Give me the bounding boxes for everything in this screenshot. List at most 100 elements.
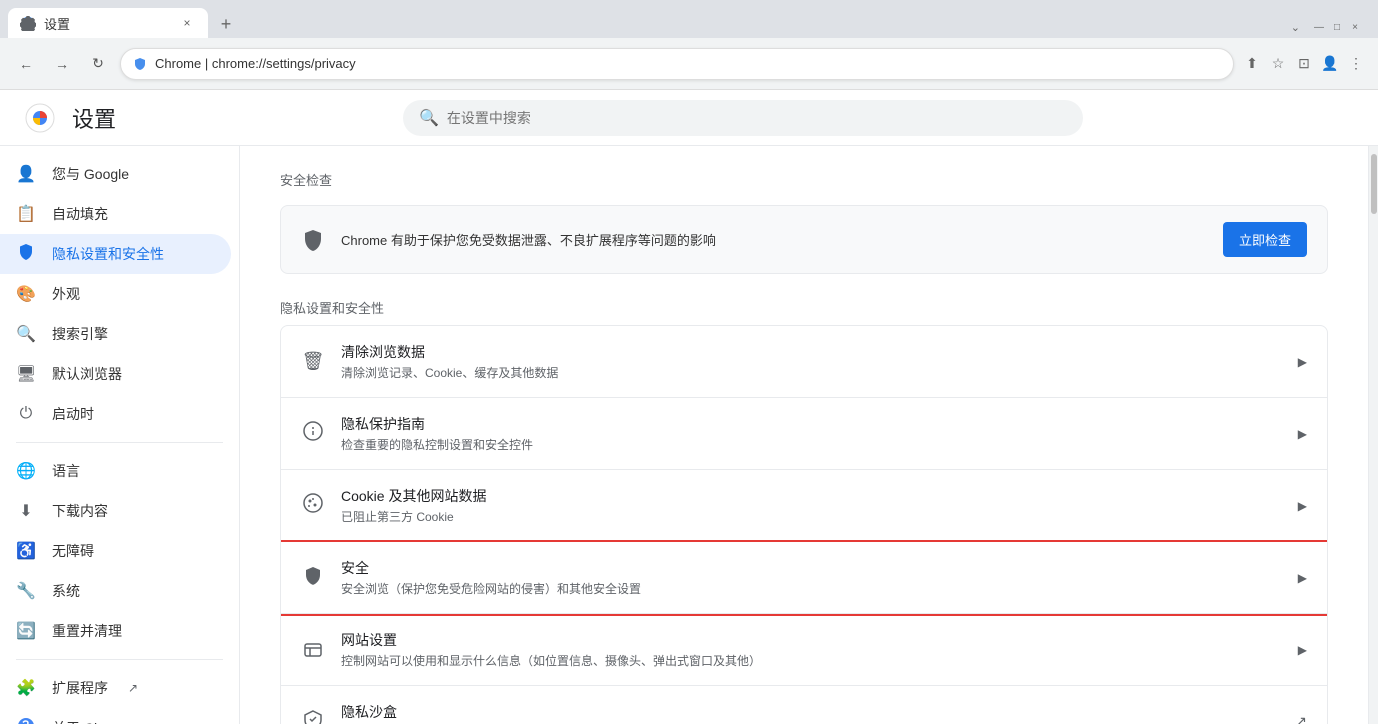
sidebar-item-autofill[interactable]: 📋 自动填充 — [0, 194, 231, 234]
active-tab[interactable]: 设置 × — [8, 8, 208, 38]
main-content: 安全检查 Chrome 有助于保护您免受数据泄露、不良扩展程序等问题的影响 立即… — [240, 146, 1368, 724]
sidebar-about-icon — [16, 717, 36, 724]
share-icon[interactable]: ⬆ — [1242, 54, 1262, 74]
search-box[interactable]: 🔍 — [403, 100, 1083, 136]
sidebar-startup-icon: ⏻ — [16, 405, 36, 423]
security-icon — [301, 565, 325, 590]
menu-icon[interactable]: ⋮ — [1346, 54, 1366, 74]
reload-button[interactable]: ↻ — [84, 50, 112, 78]
bookmark-icon[interactable]: ☆ — [1268, 54, 1288, 74]
settings-header: 设置 🔍 — [0, 90, 1378, 146]
sidebar-accessibility-icon: ♿ — [16, 541, 36, 561]
main-scrollbar[interactable] — [1368, 146, 1378, 724]
sidebar-item-appearance[interactable]: 🎨 外观 — [0, 274, 231, 314]
security-subtitle: 安全浏览（保护您免受危险网站的侵害）和其他安全设置 — [341, 580, 1282, 597]
sidebar-divider-1 — [16, 442, 223, 443]
safety-check-card: Chrome 有助于保护您免受数据泄露、不良扩展程序等问题的影响 立即检查 — [280, 205, 1328, 274]
site-settings-icon — [301, 640, 325, 660]
clear-browsing-data-item[interactable]: 🗑 清除浏览数据 清除浏览记录、Cookie、缓存及其他数据 ▶ — [281, 326, 1327, 398]
address-bar: ← → ↻ Chrome | chrome://settings/privacy… — [0, 38, 1378, 90]
address-url: Chrome | chrome://settings/privacy — [155, 56, 356, 71]
privacy-guide-arrow-icon: ▶ — [1298, 427, 1307, 441]
clear-browsing-arrow-icon: ▶ — [1298, 355, 1307, 369]
cookies-arrow-icon: ▶ — [1298, 499, 1307, 513]
back-button[interactable]: ← — [12, 50, 40, 78]
sidebar-divider-2 — [16, 659, 223, 660]
forward-button[interactable]: → — [48, 50, 76, 78]
sidebar-browser-icon: 🖥 — [16, 364, 36, 384]
sidebar-system-icon: 🔧 — [16, 581, 36, 601]
safety-check-section-title: 安全检查 — [280, 170, 1328, 189]
privacy-guide-title: 隐私保护指南 — [341, 414, 1282, 434]
cookies-item[interactable]: Cookie 及其他网站数据 已阻止第三方 Cookie ▶ — [281, 470, 1327, 542]
sidebar-item-reset[interactable]: 🔄 重置并清理 — [0, 611, 231, 651]
sidebar-language-icon: 🌐 — [16, 461, 36, 481]
privacy-settings-list: 🗑 清除浏览数据 清除浏览记录、Cookie、缓存及其他数据 ▶ — [280, 325, 1328, 724]
title-bar: 设置 × + ⌄ — □ × — [0, 0, 1378, 38]
sidebar-autofill-icon: 📋 — [16, 204, 36, 224]
sidebar-item-system[interactable]: 🔧 系统 — [0, 571, 231, 611]
new-tab-button[interactable]: + — [212, 10, 240, 38]
sidebar-privacy-icon — [16, 243, 36, 266]
sidebar-search-icon: 🔍 — [16, 324, 36, 344]
settings-page-title: 设置 — [72, 102, 116, 134]
sidebar-reset-icon: 🔄 — [16, 621, 36, 641]
settings-wrapper: 👤 您与 Google 📋 自动填充 隐私设置和安全性 🎨 外观 — [0, 146, 1378, 724]
privacy-sandbox-text: 隐私沙盒 试用版功能已开启 — [341, 702, 1279, 724]
restore-button[interactable]: □ — [1330, 20, 1344, 34]
tabs-chevron-icon[interactable]: ⌄ — [1291, 21, 1300, 34]
browser-frame: 设置 × + ⌄ — □ × ← → ↻ Chrome | chrome://s… — [0, 0, 1378, 724]
check-now-button[interactable]: 立即检查 — [1223, 222, 1307, 257]
privacy-guide-icon — [301, 421, 325, 446]
sidebar-item-privacy[interactable]: 隐私设置和安全性 — [0, 234, 231, 274]
sidebar-extensions-icon: 🧩 — [16, 678, 36, 698]
site-settings-item[interactable]: 网站设置 控制网站可以使用和显示什么信息（如位置信息、摄像头、弹出式窗口及其他）… — [281, 614, 1327, 686]
minimize-button[interactable]: — — [1312, 20, 1326, 34]
safety-check-description: Chrome 有助于保护您免受数据泄露、不良扩展程序等问题的影响 — [341, 230, 1207, 249]
security-arrow-icon: ▶ — [1298, 571, 1307, 585]
cookies-text: Cookie 及其他网站数据 已阻止第三方 Cookie — [341, 486, 1282, 525]
privacy-guide-item[interactable]: 隐私保护指南 检查重要的隐私控制设置和安全控件 ▶ — [281, 398, 1327, 470]
secure-icon — [133, 57, 147, 71]
settings-search-input[interactable] — [447, 110, 1067, 126]
sidebar-item-startup[interactable]: ⏻ 启动时 — [0, 394, 231, 434]
tab-title: 设置 — [44, 14, 170, 33]
privacy-guide-subtitle: 检查重要的隐私控制设置和安全控件 — [341, 436, 1282, 453]
split-view-icon[interactable]: ⊡ — [1294, 54, 1314, 74]
sidebar-item-accessibility[interactable]: ♿ 无障碍 — [0, 531, 231, 571]
security-text: 安全 安全浏览（保护您免受危险网站的侵害）和其他安全设置 — [341, 558, 1282, 597]
privacy-sandbox-title: 隐私沙盒 — [341, 702, 1279, 722]
site-settings-subtitle: 控制网站可以使用和显示什么信息（如位置信息、摄像头、弹出式窗口及其他） — [341, 652, 1282, 669]
sidebar-item-about[interactable]: 关于 Chrome — [0, 708, 231, 724]
address-input-wrap[interactable]: Chrome | chrome://settings/privacy — [120, 48, 1234, 80]
scrollbar-thumb[interactable] — [1371, 154, 1377, 214]
sidebar-item-default-browser[interactable]: 🖥 默认浏览器 — [0, 354, 231, 394]
settings-tab-icon — [20, 15, 36, 31]
privacy-section-title: 隐私设置和安全性 — [280, 298, 1328, 317]
google-logo — [24, 102, 56, 134]
profile-icon[interactable]: 👤 — [1320, 54, 1340, 74]
sidebar-item-extensions[interactable]: 🧩 扩展程序 ↗ — [0, 668, 231, 708]
sidebar-appearance-icon: 🎨 — [16, 284, 36, 304]
clear-browsing-subtitle: 清除浏览记录、Cookie、缓存及其他数据 — [341, 364, 1282, 381]
sidebar-item-downloads[interactable]: ⬇ 下载内容 — [0, 491, 231, 531]
tab-close-button[interactable]: × — [178, 14, 196, 32]
site-settings-arrow-icon: ▶ — [1298, 643, 1307, 657]
clear-browsing-title: 清除浏览数据 — [341, 342, 1282, 362]
site-settings-title: 网站设置 — [341, 630, 1282, 650]
sidebar-item-search[interactable]: 🔍 搜索引擎 — [0, 314, 231, 354]
extensions-external-icon: ↗ — [128, 681, 138, 695]
settings-search-wrap: 🔍 — [403, 100, 1083, 136]
sidebar-google-icon: 👤 — [16, 164, 36, 184]
cookies-title: Cookie 及其他网站数据 — [341, 486, 1282, 506]
sidebar: 👤 您与 Google 📋 自动填充 隐私设置和安全性 🎨 外观 — [0, 146, 240, 724]
sidebar-item-language[interactable]: 🌐 语言 — [0, 451, 231, 491]
site-settings-text: 网站设置 控制网站可以使用和显示什么信息（如位置信息、摄像头、弹出式窗口及其他） — [341, 630, 1282, 669]
security-item[interactable]: 安全 安全浏览（保护您免受危险网站的侵害）和其他安全设置 ▶ — [281, 542, 1327, 614]
clear-browsing-text: 清除浏览数据 清除浏览记录、Cookie、缓存及其他数据 — [341, 342, 1282, 381]
close-button[interactable]: × — [1348, 20, 1362, 34]
privacy-sandbox-item[interactable]: 隐私沙盒 试用版功能已开启 ↗ — [281, 686, 1327, 724]
sidebar-item-google[interactable]: 👤 您与 Google — [0, 154, 231, 194]
security-title: 安全 — [341, 558, 1282, 578]
address-actions: ⬆ ☆ ⊡ 👤 ⋮ — [1242, 54, 1366, 74]
